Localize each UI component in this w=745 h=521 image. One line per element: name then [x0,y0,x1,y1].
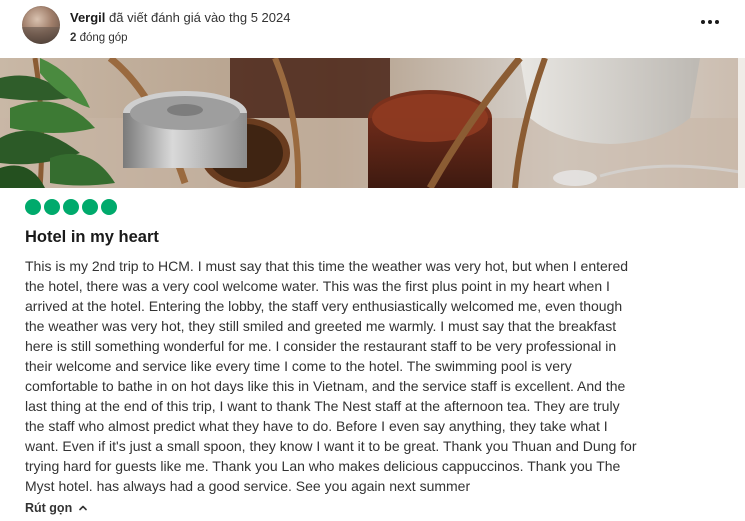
more-options-button[interactable] [698,12,722,32]
more-horizontal-icon [700,20,721,24]
review-photo[interactable] [0,58,745,188]
rating-bubbles [25,199,117,215]
review-header: Vergil đã viết đánh giá vào thg 5 2024 2… [0,0,745,58]
contributions: 2 đóng góp [70,31,128,45]
review-body-line: Myst hotel. has always had a good servic… [25,478,471,494]
contributions-label: đóng góp [79,32,128,44]
review-body-line: their welcome and service like every tim… [25,358,572,374]
rating-bubble-icon [44,199,60,215]
contributions-count: 2 [70,32,77,44]
review-body-line: want. Even if it's just a small spoon, t… [25,438,637,454]
review-body-line: comfortable to bathe in on hot days like… [25,378,626,394]
review-body-line: here is still something wonderful for me… [25,338,617,354]
author-name[interactable]: Vergil [70,10,105,25]
read-less-button[interactable]: Rút gọn [25,500,88,516]
review-body-line: the weather was very hot, they still smi… [25,318,617,334]
author-line: Vergil đã viết đánh giá vào thg 5 2024 [70,10,290,26]
rating-bubble-icon [63,199,79,215]
read-less-label: Rút gọn [25,501,73,515]
review-title[interactable]: Hotel in my heart [25,227,159,247]
rating-bubble-icon [25,199,41,215]
rating-bubble-icon [101,199,117,215]
rating-bubble-icon [82,199,98,215]
review-body-line: This is my 2nd trip to HCM. I must say t… [25,258,629,274]
review-photo-image [0,58,745,188]
review-body: This is my 2nd trip to HCM. I must say t… [25,256,725,496]
review-body-line: arrived at the hotel. Entering the lobby… [25,298,623,314]
chevron-up-icon [79,505,88,511]
review-body-line: the staff who almost predict what they h… [25,418,608,434]
review-body-line: last thing at the end of this trip, I wa… [25,398,620,414]
avatar[interactable] [22,6,60,44]
review-body-line: trying hard for guests like me. Thank yo… [25,458,621,474]
author-action: đã viết đánh giá vào thg 5 2024 [109,10,291,25]
review-body-line: the hotel, there was a very cool welcome… [25,278,610,294]
